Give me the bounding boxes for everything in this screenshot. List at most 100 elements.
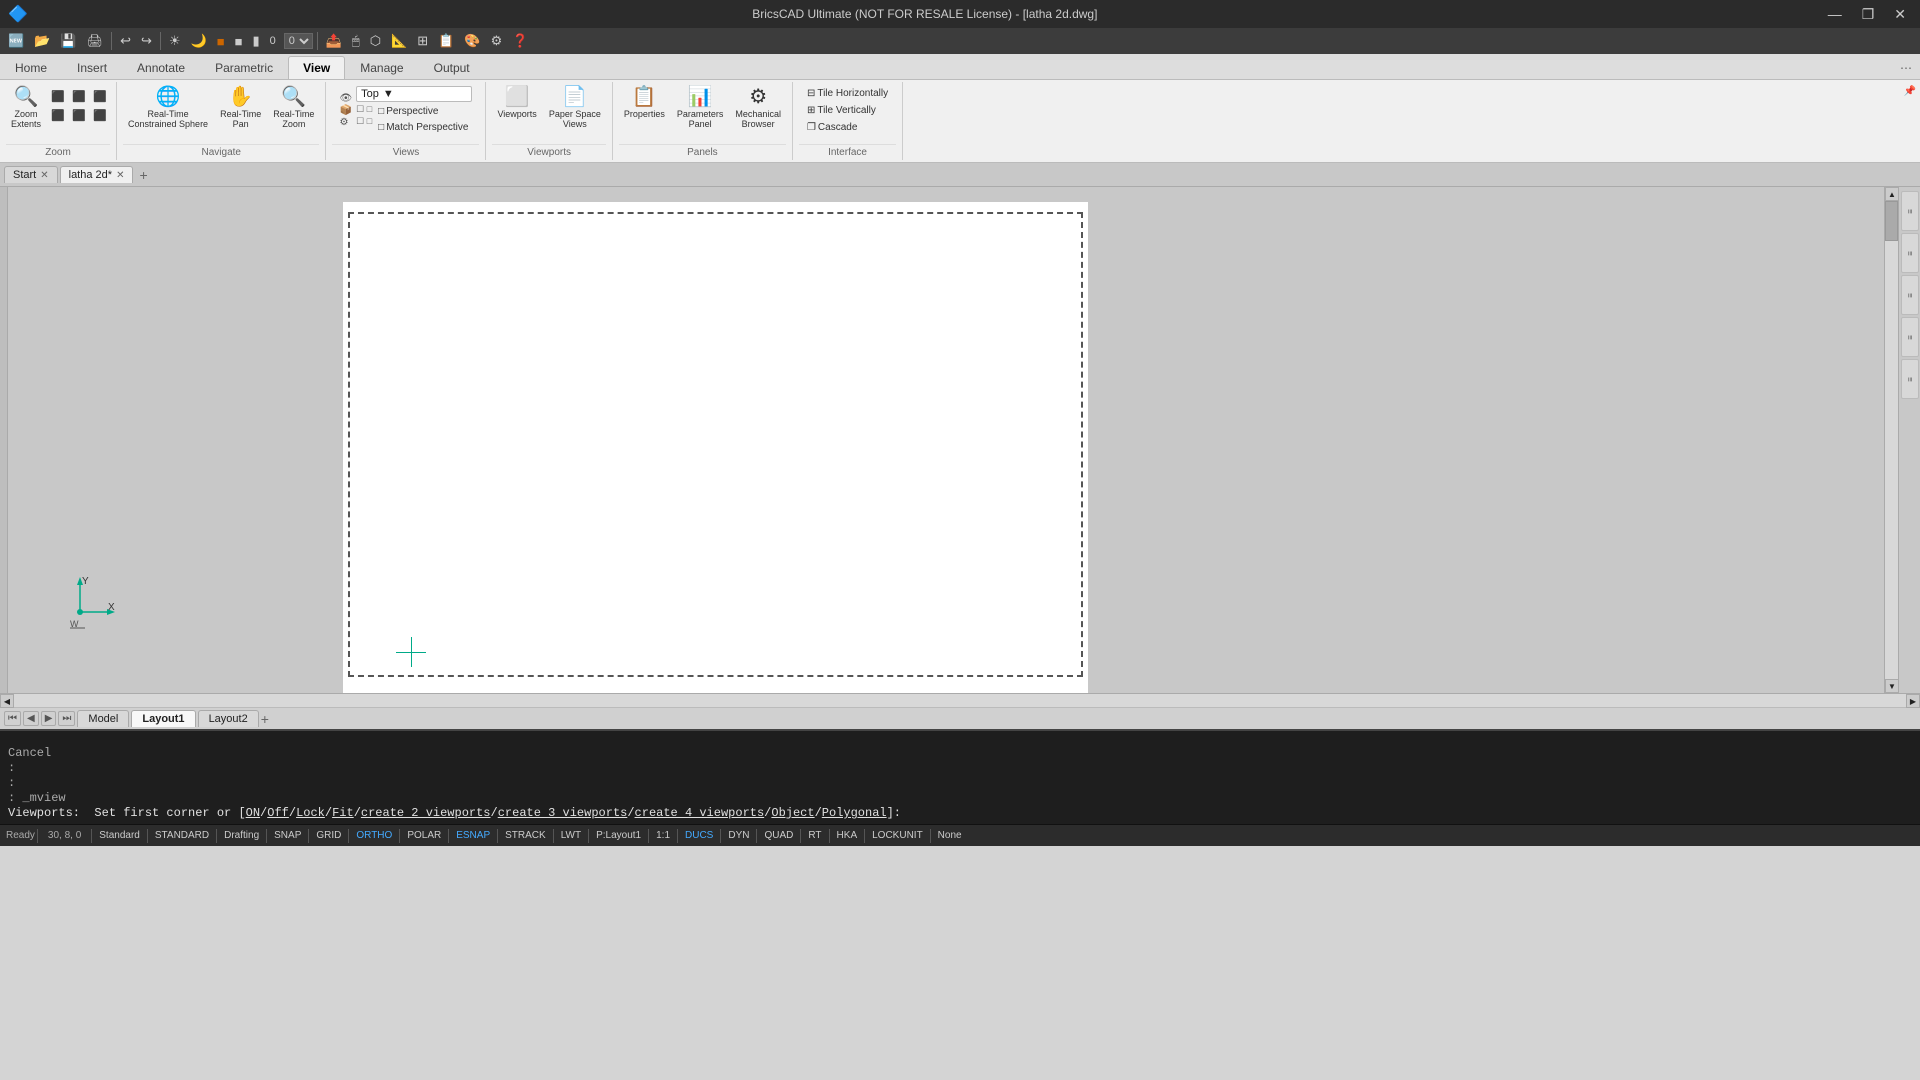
layout-nav-prev[interactable]: ◀ — [23, 711, 39, 726]
qa-layer-button[interactable]: ▮ — [248, 31, 263, 51]
right-panel-btn-1[interactable]: ≡ — [1901, 191, 1919, 231]
status-quad[interactable]: QUAD — [759, 829, 798, 842]
status-ducs[interactable]: DUCS — [680, 829, 718, 842]
status-drafting[interactable]: Drafting — [219, 829, 264, 842]
close-button[interactable]: ✕ — [1888, 4, 1912, 25]
qa-color2-button[interactable]: 🎨 — [460, 31, 484, 51]
layout-tab-model[interactable]: Model — [77, 710, 129, 727]
scroll-up-button[interactable]: ▲ — [1885, 187, 1899, 201]
status-lwt[interactable]: LWT — [556, 829, 586, 842]
qa-undo-button[interactable]: ↩ — [116, 31, 135, 51]
status-esnap[interactable]: ESNAP — [451, 829, 495, 842]
layout-nav-last[interactable]: ⏭ — [58, 711, 75, 726]
right-panel-btn-2[interactable]: ≡ — [1901, 233, 1919, 273]
status-strack[interactable]: STRACK — [500, 829, 551, 842]
doc-tab-latha[interactable]: latha 2d* ✕ — [60, 166, 134, 183]
qa-polygon-button[interactable]: ⬡ — [366, 31, 385, 51]
latha-tab-close[interactable]: ✕ — [116, 170, 124, 181]
qa-publish-button[interactable]: 📤 — [322, 31, 346, 51]
perspective-button[interactable]: □ Perspective — [374, 104, 472, 119]
qa-grid-button[interactable]: ⊞ — [413, 31, 432, 51]
qa-measure-button[interactable]: 📐 — [387, 31, 411, 51]
zoom-btn5[interactable]: ⬛ — [69, 107, 89, 124]
status-grid[interactable]: GRID — [311, 829, 346, 842]
tile-horizontally-button[interactable]: ⊟ Tile Horizontally — [803, 86, 892, 101]
cmd-on-link[interactable]: ON — [246, 806, 260, 820]
qa-black-button[interactable]: ■ — [231, 32, 247, 51]
cmd-off-link[interactable]: Off — [267, 806, 289, 820]
qa-print-button[interactable]: 🖨 — [83, 31, 108, 51]
paper-space-views-button[interactable]: 📄 Paper SpaceViews — [544, 84, 606, 132]
qa-field-button[interactable]: 📋 — [434, 31, 458, 51]
doc-tab-start[interactable]: Start ✕ — [4, 166, 58, 183]
minimize-button[interactable]: — — [1822, 4, 1848, 25]
tab-parametric[interactable]: Parametric — [200, 56, 288, 79]
qa-color-button[interactable]: ■ — [213, 32, 229, 51]
cmd-create2-link[interactable]: create 2 viewports — [361, 806, 491, 820]
view-top-dropdown[interactable]: Top ▼ — [356, 86, 472, 102]
status-lockunit[interactable]: LOCKUNIT — [867, 829, 928, 842]
status-playout1[interactable]: P:Layout1 — [591, 829, 646, 842]
layout-tab-layout1[interactable]: Layout1 — [131, 710, 195, 727]
right-panel-btn-4[interactable]: ≡ — [1901, 317, 1919, 357]
right-panel-btn-3[interactable]: ≡ — [1901, 275, 1919, 315]
status-standard2[interactable]: STANDARD — [150, 829, 214, 842]
status-snap[interactable]: SNAP — [269, 829, 306, 842]
zoom-btn2[interactable]: ⬛ — [69, 88, 89, 105]
layout-nav-first[interactable]: ⏮ — [4, 711, 21, 726]
match-perspective-button[interactable]: □ Match Perspective — [374, 120, 472, 135]
tab-annotate[interactable]: Annotate — [122, 56, 200, 79]
properties-button[interactable]: 📋 Properties — [619, 84, 670, 122]
scroll-left-button[interactable]: ◀ — [0, 694, 14, 708]
tab-insert[interactable]: Insert — [62, 56, 122, 79]
zoom-btn1[interactable]: ⬛ — [48, 88, 68, 105]
cmd-lock-link[interactable]: Lock — [296, 806, 325, 820]
layout-tab-layout2[interactable]: Layout2 — [198, 710, 259, 727]
ribbon-collapse-btn[interactable]: ⋯ — [1892, 57, 1920, 79]
status-standard[interactable]: Standard — [94, 829, 145, 842]
status-scale[interactable]: 1:1 — [651, 829, 675, 842]
qa-redo-button[interactable]: ↪ — [137, 31, 156, 51]
mechanical-browser-button[interactable]: ⚙ MechanicalBrowser — [730, 84, 786, 132]
scroll-track-vertical[interactable] — [1885, 201, 1898, 679]
scroll-thumb-vertical[interactable] — [1885, 201, 1898, 241]
cmd-create3-link[interactable]: create 3 viewports — [498, 806, 628, 820]
zoom-extents-button[interactable]: 🔍 ZoomExtents — [6, 84, 46, 132]
left-panel-collapse[interactable] — [0, 187, 8, 693]
parameters-panel-button[interactable]: 📊 ParametersPanel — [672, 84, 729, 132]
restore-button[interactable]: ❐ — [1856, 4, 1881, 25]
zoom-btn4[interactable]: ⬛ — [48, 107, 68, 124]
qa-sun-button[interactable]: ☀ — [165, 31, 185, 51]
status-rt[interactable]: RT — [803, 829, 826, 842]
cmd-polygonal-link[interactable]: Polygonal — [822, 806, 887, 820]
qa-open-button[interactable]: 📂 — [30, 31, 54, 51]
tile-vertically-button[interactable]: ⊞ Tile Vertically — [803, 103, 892, 118]
status-ortho[interactable]: ORTHO — [351, 829, 397, 842]
add-tab-button[interactable]: + — [135, 167, 151, 183]
canvas-area[interactable]: Y X W — [8, 187, 1884, 693]
tab-home[interactable]: Home — [0, 56, 62, 79]
qa-layer-dropdown[interactable]: 0 — [284, 33, 313, 49]
tab-view[interactable]: View — [288, 56, 345, 79]
tab-manage[interactable]: Manage — [345, 56, 418, 79]
cmd-fit-link[interactable]: Fit — [332, 806, 354, 820]
cascade-button[interactable]: ❐ Cascade — [803, 120, 892, 135]
scroll-track-horizontal[interactable] — [14, 694, 1906, 707]
qa-settings-button[interactable]: ⚙ — [487, 31, 507, 51]
cmd-create4-link[interactable]: create 4 viewports — [635, 806, 765, 820]
qa-moon-button[interactable]: 🌙 — [187, 31, 211, 51]
realtime-constrained-sphere-button[interactable]: 🌐 Real-TimeConstrained Sphere — [123, 84, 213, 132]
layout-nav-next[interactable]: ▶ — [41, 711, 57, 726]
cmd-object-link[interactable]: Object — [771, 806, 814, 820]
add-layout-button[interactable]: + — [261, 711, 269, 727]
zoom-btn3[interactable]: ⬛ — [90, 88, 110, 105]
start-tab-close[interactable]: ✕ — [40, 170, 48, 181]
qa-help-button[interactable]: ❓ — [508, 31, 532, 51]
status-none[interactable]: None — [933, 829, 967, 842]
qa-save-button[interactable]: 💾 — [56, 31, 80, 51]
viewports-button[interactable]: ⬜ Viewports — [492, 84, 541, 122]
scroll-right-button[interactable]: ▶ — [1906, 694, 1920, 708]
scroll-down-button[interactable]: ▼ — [1885, 679, 1899, 693]
status-hka[interactable]: HKA — [832, 829, 863, 842]
realtime-zoom-button[interactable]: 🔍 Real-TimeZoom — [268, 84, 319, 132]
